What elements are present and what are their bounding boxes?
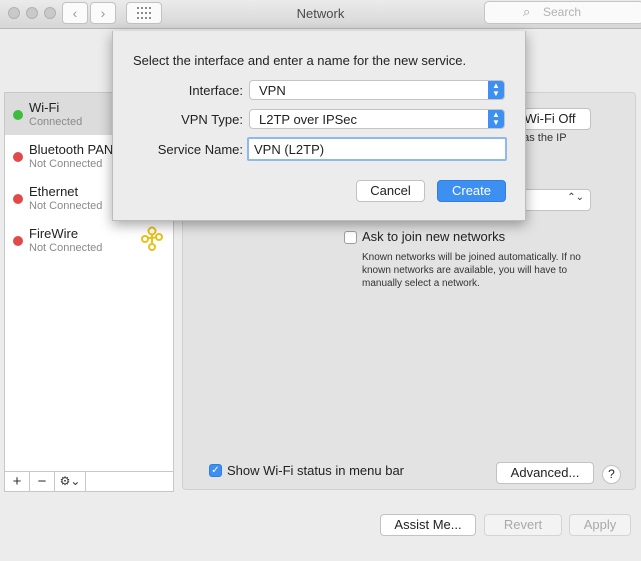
search-icon: ⌕ — [523, 4, 531, 19]
show-wifi-status-label: Show Wi-Fi status in menu bar — [227, 463, 405, 478]
sidebar-item-firewire[interactable]: FireWire Not Connected — [5, 219, 173, 261]
search-placeholder: Search — [543, 5, 582, 19]
sidebar-item-status: Not Connected — [29, 158, 103, 170]
ask-to-join-label: Ask to join new networks — [362, 229, 506, 244]
assist-me-button[interactable]: Assist Me... — [380, 514, 476, 536]
advanced-button[interactable]: Advanced... — [496, 462, 594, 484]
cancel-button[interactable]: Cancel — [356, 180, 425, 202]
sidebar-item-status: Connected — [29, 116, 83, 128]
create-button[interactable]: Create — [437, 180, 506, 202]
sidebar-item-label: FireWire — [29, 226, 79, 241]
status-dot — [13, 152, 23, 162]
interface-value: VPN — [259, 83, 286, 98]
status-dot — [13, 110, 23, 120]
vpn-type-popup[interactable]: L2TP over IPSec ▲ ▼ — [249, 109, 505, 129]
checkmark-icon: ✓ — [211, 465, 220, 476]
ask-to-join-checkbox[interactable] — [344, 231, 357, 244]
help-button[interactable]: ? — [602, 465, 621, 484]
ask-to-join-description: Known networks will be joined automatica… — [362, 252, 581, 289]
title-bar: ‹ › Network ⌕ Search — [0, 0, 641, 29]
revert-button[interactable]: Revert — [484, 514, 562, 536]
action-menu-button[interactable]: ⚙⌄ — [55, 472, 86, 491]
new-service-sheet: Select the interface and enter a name fo… — [112, 31, 526, 221]
sidebar-item-label: Wi-Fi — [29, 100, 60, 115]
vpn-type-value: L2TP over IPSec — [259, 112, 358, 127]
firewire-icon — [141, 226, 163, 251]
vpn-type-label: VPN Type: — [181, 112, 243, 127]
sidebar-item-label: Ethernet — [29, 184, 79, 199]
apply-button[interactable]: Apply — [569, 514, 631, 536]
search-field[interactable]: ⌕ Search — [484, 1, 641, 24]
service-name-value: VPN (L2TP) — [254, 142, 325, 157]
service-name-label: Service Name: — [157, 142, 243, 157]
sidebar-item-status: Not Connected — [29, 200, 103, 212]
remove-service-button[interactable]: − — [30, 472, 55, 491]
chevron-updown-icon: ⌃⌄ — [567, 192, 584, 203]
interface-label: Interface: — [188, 83, 243, 98]
add-service-button[interactable]: + — [5, 472, 30, 491]
service-name-field[interactable]: VPN (L2TP) — [247, 137, 507, 161]
chevron-updown-icon: ▲ ▼ — [488, 110, 504, 128]
sheet-prompt: Select the interface and enter a name fo… — [133, 53, 467, 68]
chevron-updown-icon: ▲ ▼ — [488, 81, 504, 99]
status-dot — [13, 194, 23, 204]
status-dot — [13, 236, 23, 246]
sidebar-item-label: Bluetooth PAN — [29, 142, 114, 157]
show-wifi-status-checkbox[interactable]: ✓ — [209, 464, 222, 477]
sidebar-item-status: Not Connected — [29, 242, 103, 254]
service-list-toolbar: + − ⚙⌄ — [4, 471, 174, 492]
interface-popup[interactable]: VPN ▲ ▼ — [249, 80, 505, 100]
